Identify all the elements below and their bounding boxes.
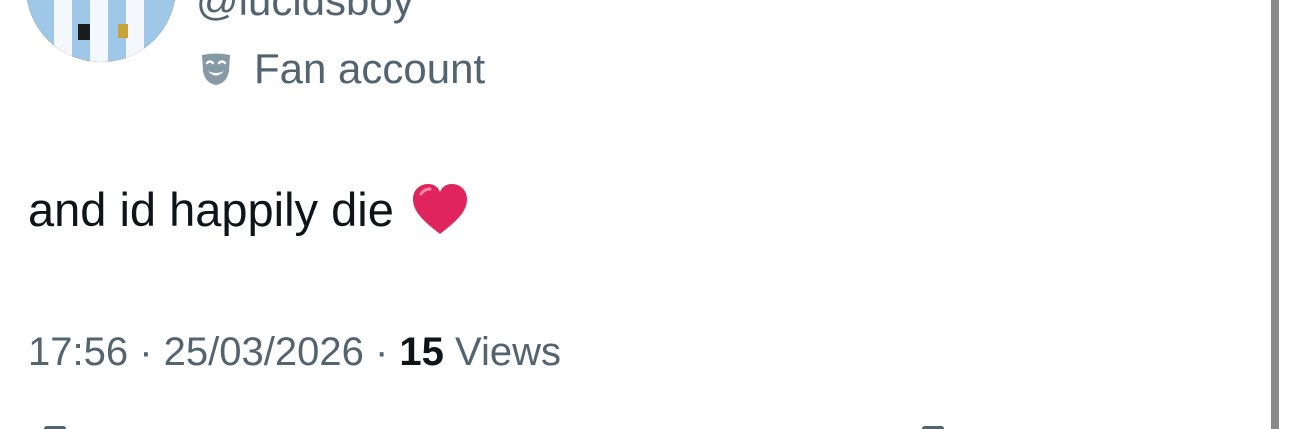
meta-separator: · bbox=[363, 330, 400, 374]
account-label: Fan account bbox=[198, 44, 485, 94]
scrollbar[interactable] bbox=[1271, 0, 1279, 429]
theater-mask-icon bbox=[198, 51, 234, 87]
avatar-image bbox=[26, 0, 176, 62]
tweet-date[interactable]: 25/03/2026 bbox=[164, 330, 364, 374]
tweet-text: and id happily die bbox=[28, 183, 394, 236]
avatar[interactable] bbox=[26, 0, 176, 62]
views-label: Views bbox=[443, 330, 561, 374]
tweet-metadata: 17:56 · 25/03/2026 · 15 Views bbox=[28, 326, 561, 378]
red-heart-icon bbox=[410, 180, 470, 240]
meta-separator: · bbox=[128, 330, 164, 374]
user-handle[interactable]: @lucidsboy bbox=[196, 0, 414, 26]
tweet-detail-view: @lucidsboy Fan account and id happily di… bbox=[0, 0, 1290, 429]
account-label-text: Fan account bbox=[254, 45, 486, 92]
tweet-time[interactable]: 17:56 bbox=[28, 330, 128, 374]
tweet-body: and id happily die bbox=[28, 180, 470, 240]
action-bar bbox=[0, 418, 1271, 429]
views-count: 15 bbox=[399, 330, 444, 374]
